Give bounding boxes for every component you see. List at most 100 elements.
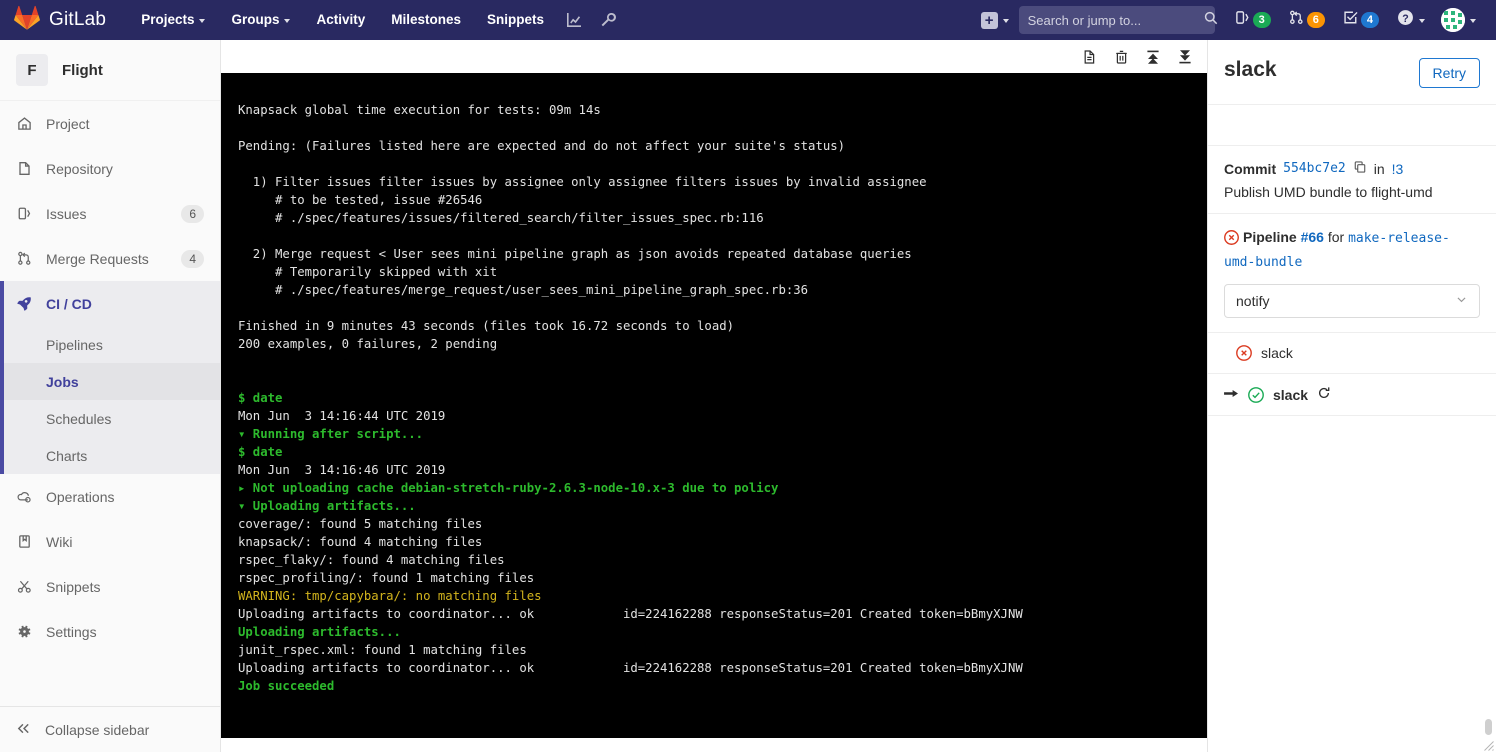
log-line: Knapsack global time execution for tests… [238, 103, 601, 117]
stage-select[interactable]: notify [1224, 284, 1480, 318]
sidebar-subitem-jobs[interactable]: Jobs [0, 363, 220, 400]
merge-request-link[interactable]: !3 [1392, 161, 1404, 177]
sidebar-item-settings-label: Settings [46, 623, 97, 640]
help-menu[interactable]: ? [1389, 0, 1433, 40]
nav-milestones-label: Milestones [391, 12, 462, 27]
user-menu[interactable] [1435, 0, 1486, 40]
book-icon [16, 534, 32, 550]
todos-counter[interactable]: 4 [1335, 0, 1387, 40]
wrench-icon[interactable] [591, 0, 625, 40]
collapse-sidebar-button[interactable]: Collapse sidebar [0, 706, 220, 752]
job-log-terminal[interactable]: Knapsack global time execution for tests… [221, 73, 1207, 738]
status-failed-icon [1236, 345, 1252, 361]
search-input[interactable] [1027, 12, 1204, 28]
issues-count-badge: 3 [1252, 12, 1271, 28]
sidebar-subitem-schedules[interactable]: Schedules [0, 400, 220, 437]
nav-groups[interactable]: Groups [218, 0, 303, 40]
sidebar-item-settings[interactable]: Settings [0, 609, 220, 654]
pipeline-job-item[interactable]: slack [1208, 333, 1496, 374]
log-line: # Temporarily skipped with xit [238, 265, 498, 279]
document-icon [16, 161, 32, 177]
project-sidebar: F Flight Project Repository Issues 6 Mer… [0, 40, 221, 752]
job-title: slack [1224, 58, 1277, 81]
issues-counter[interactable]: 3 [1227, 0, 1279, 40]
nav-activity[interactable]: Activity [303, 0, 378, 40]
nav-snippets[interactable]: Snippets [474, 0, 557, 40]
stage-select-value: notify [1236, 293, 1270, 309]
scroll-to-top-icon[interactable] [1142, 46, 1164, 68]
sidebar-item-operations[interactable]: Operations [0, 474, 220, 519]
log-line: ▾ Running after script... [238, 427, 424, 441]
search-icon [1204, 11, 1218, 30]
create-new-button[interactable]: + [973, 0, 1017, 40]
scroll-to-bottom-icon[interactable] [1174, 46, 1196, 68]
log-line: Uploading artifacts to coordinator... ok… [238, 607, 1023, 621]
nav-snippets-label: Snippets [487, 12, 545, 27]
sidebar-scroll-thumb[interactable] [1485, 719, 1492, 735]
chevron-down-icon [199, 18, 206, 23]
pipeline-number-link[interactable]: #66 [1301, 229, 1324, 245]
commit-label: Commit [1224, 160, 1277, 177]
sidebar-item-merge-requests-count: 4 [181, 249, 204, 268]
primary-nav: Projects Groups Activity Milestones Snip… [128, 0, 625, 40]
merge-request-icon [16, 251, 32, 267]
hscroll-track[interactable] [442, 741, 918, 749]
sidebar-item-repository[interactable]: Repository [0, 146, 220, 191]
commit-sha-link[interactable]: 554bc7e2 [1283, 161, 1346, 176]
job-meta-spacer [1208, 105, 1496, 146]
sidebar-item-repository-label: Repository [46, 160, 113, 177]
nav-projects[interactable]: Projects [128, 0, 218, 40]
log-horizontal-scrollbar[interactable] [442, 738, 918, 752]
sidebar-item-cicd-label: CI / CD [46, 295, 92, 312]
rocket-icon [16, 296, 32, 312]
log-line: WARNING: tmp/capybara/: no matching file… [238, 589, 542, 603]
status-failed-icon [1224, 230, 1239, 251]
nav-milestones[interactable]: Milestones [378, 0, 474, 40]
pipeline-job-item-current[interactable]: slack [1208, 374, 1496, 416]
sidebar-item-snippets[interactable]: Snippets [0, 564, 220, 609]
sidebar-item-merge-requests[interactable]: Merge Requests 4 [0, 236, 220, 281]
log-line: knapsack/: found 4 matching files [238, 535, 483, 549]
log-line: $ date [238, 391, 283, 405]
double-chevron-left-icon [16, 721, 31, 739]
merge-request-icon [1289, 10, 1304, 30]
analytics-chart-icon[interactable] [557, 0, 591, 40]
sidebar-item-cicd[interactable]: CI / CD [0, 281, 220, 326]
log-line: 1) Filter issues filter issues by assign… [238, 175, 927, 189]
log-line: # to be tested, issue #26546 [238, 193, 483, 207]
collapse-sidebar-label: Collapse sidebar [45, 721, 150, 738]
erase-log-trash-icon[interactable] [1110, 46, 1132, 68]
nav-projects-label: Projects [141, 12, 195, 27]
raw-log-icon[interactable] [1078, 46, 1100, 68]
search-box[interactable] [1018, 6, 1218, 34]
retry-button[interactable]: Retry [1418, 58, 1480, 88]
plus-icon: + [980, 11, 998, 29]
sidebar-item-project[interactable]: Project [0, 101, 220, 146]
log-line: junit_rspec.xml: found 1 matching files [238, 643, 527, 657]
gitlab-logo-icon [14, 5, 40, 35]
merge-requests-counter[interactable]: 6 [1281, 0, 1333, 40]
gitlab-brand[interactable]: GitLab [14, 5, 106, 35]
pipeline-job-name-current: slack [1273, 386, 1309, 403]
sidebar-item-operations-label: Operations [46, 488, 115, 505]
sidebar-subitem-pipelines[interactable]: Pipelines [0, 326, 220, 363]
project-header[interactable]: F Flight [0, 40, 220, 101]
sidebar-item-issues-count: 6 [181, 204, 204, 223]
sidebar-subitem-charts[interactable]: Charts [0, 437, 220, 474]
commit-in-word: in [1373, 160, 1385, 177]
log-line: # ./spec/features/issues/filtered_search… [238, 211, 764, 225]
help-question-icon: ? [1397, 9, 1414, 31]
retry-arrow-icon[interactable] [1317, 386, 1331, 403]
sidebar-item-wiki[interactable]: Wiki [0, 519, 220, 564]
copy-to-clipboard-icon[interactable] [1353, 160, 1367, 177]
chevron-down-icon [1419, 18, 1425, 23]
log-line: Uploading artifacts to coordinator... ok… [238, 661, 1023, 675]
todo-check-icon [1343, 10, 1358, 30]
resize-grip-icon[interactable] [1481, 738, 1494, 751]
log-line: coverage/: found 5 matching files [238, 517, 483, 531]
sidebar-item-issues[interactable]: Issues 6 [0, 191, 220, 236]
